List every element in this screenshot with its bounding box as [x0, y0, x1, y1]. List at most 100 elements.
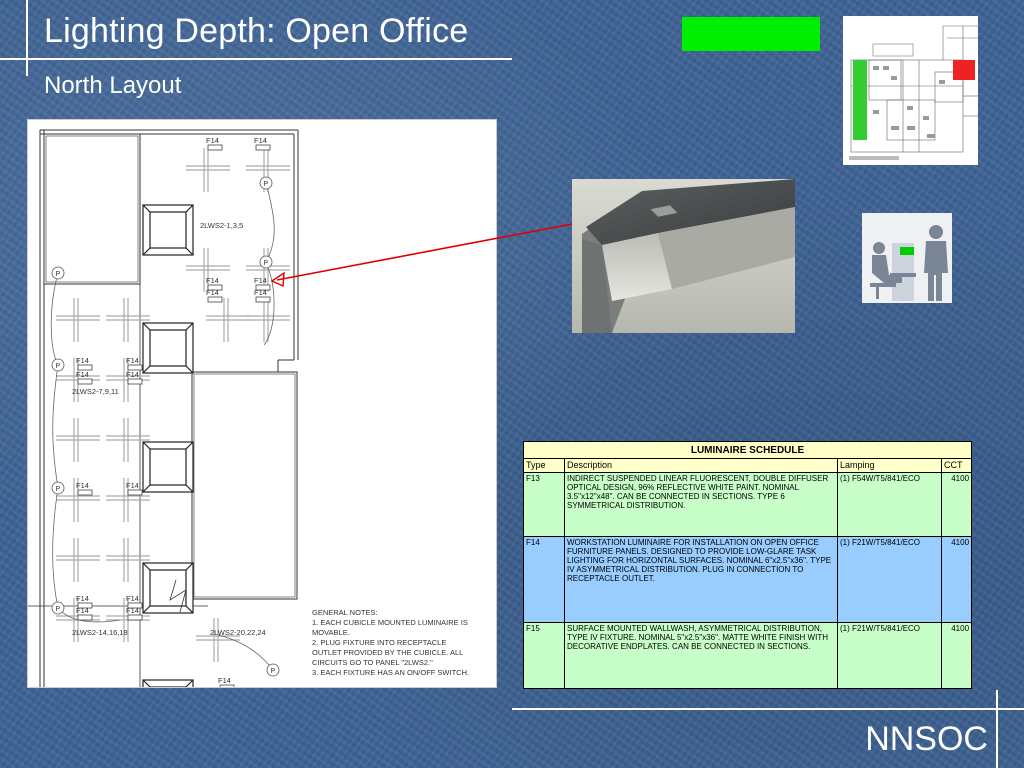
fixture-f14	[127, 489, 143, 496]
fixture-label: F14	[254, 136, 267, 145]
cell-cct: 4100	[940, 536, 973, 623]
notes-line: OUTLET PROVIDED BY THE CUBICLE. ALL	[312, 648, 463, 657]
cell-cct: 4100	[940, 622, 973, 689]
fixture-label: F14	[126, 370, 139, 379]
notes-line: MOVABLE.	[312, 628, 350, 637]
slide-horizontal-rule-top	[0, 58, 512, 60]
cubicle-partition	[56, 298, 100, 342]
table-row: F13 INDIRECT SUSPENDED LINEAR FLUORESCEN…	[523, 472, 973, 537]
cubicle-partition	[206, 298, 250, 342]
cubicle-partition	[246, 298, 290, 342]
receptacle-symbol: P	[51, 481, 65, 495]
luminaire-schedule-table: LUMINAIRE SCHEDULE Type Description Lamp…	[522, 441, 973, 689]
cell-type: F14	[523, 536, 565, 623]
cell-cct: 4100	[940, 472, 973, 537]
fixture-label: F14	[76, 370, 89, 379]
notes-line: 3. EACH FIXTURE HAS AN ON/OFF SWITCH.	[312, 668, 469, 677]
structural-column	[142, 204, 194, 256]
fixture-f14	[77, 378, 93, 385]
svg-text:P: P	[56, 363, 61, 370]
column-header-lamping: Lamping	[837, 458, 942, 473]
fixture-label: F14	[206, 288, 219, 297]
fixture-f14	[207, 144, 223, 151]
fixture-f14	[219, 684, 235, 687]
schedule-caption: LUMINAIRE SCHEDULE	[522, 441, 973, 459]
structural-column	[142, 441, 194, 493]
receptacle-symbol: P	[51, 358, 65, 372]
cubicle-partition	[56, 538, 100, 582]
floor-plan-drawing: P P P P P P P F14 F14 F14 F14 F14 F14 F14 F14 F14 F14 F1…	[27, 119, 497, 688]
schedule-header-row: Type Description Lamping CCT	[523, 458, 973, 473]
floor-plan-svg: P P P P P P P F14 F14 F14 F14 F14 F14 F14 F14 F14 F14 F1…	[28, 129, 469, 687]
svg-text:P: P	[271, 668, 276, 675]
slide-vertical-rule-right	[996, 690, 998, 768]
cell-type: F15	[523, 622, 565, 689]
fixture-f14	[207, 296, 223, 303]
people-at-workstation-icon	[862, 213, 952, 303]
key-plan-image	[843, 16, 978, 165]
fixture-label: F14	[126, 594, 139, 603]
task-lighting-illustration	[862, 213, 952, 303]
notes-line: 2. PLUG FIXTURE INTO RECEPTACLE	[312, 638, 446, 647]
slide-footer: NNSOC	[865, 720, 988, 758]
table-row: F15 SURFACE MOUNTED WALLWASH, ASYMMETRIC…	[523, 622, 973, 689]
fixture-label: F14	[76, 606, 89, 615]
fixture-label: F14	[76, 356, 89, 365]
cell-description: INDIRECT SUSPENDED LINEAR FLUORESCENT, D…	[564, 472, 838, 537]
svg-text:P: P	[56, 486, 61, 493]
structural-column	[142, 679, 194, 687]
notes-line: 1. EACH CUBICLE MOUNTED LUMINAIRE IS	[312, 618, 468, 627]
slide-vertical-rule-left	[26, 0, 28, 76]
fixture-label: F14	[126, 606, 139, 615]
slide-horizontal-rule-bottom	[512, 708, 1024, 710]
cell-type: F13	[523, 472, 565, 537]
fixture-label: F14	[76, 594, 89, 603]
slide-title: Lighting Depth: Open Office	[44, 12, 469, 50]
column-header-description: Description	[564, 458, 838, 473]
svg-text:P: P	[264, 260, 269, 267]
structural-column	[142, 562, 194, 614]
fixture-label: F14	[218, 676, 231, 685]
notes-title: GENERAL NOTES:	[312, 608, 378, 617]
fixture-f14	[127, 614, 143, 621]
cell-lamping: (1) F21W/T5/841/ECO	[837, 536, 942, 623]
table-row: F14 WORKSTATION LUMINAIRE FOR INSTALLATI…	[523, 536, 973, 623]
circuit-label: 2LWS2-1,3,5	[200, 221, 243, 230]
cell-description: SURFACE MOUNTED WALLWASH, ASYMMETRICAL D…	[564, 622, 838, 689]
accent-green-bar	[682, 17, 820, 51]
fixture-f14	[255, 144, 271, 151]
receptacle-symbol: P	[51, 601, 65, 615]
key-plan-drawing	[843, 16, 978, 165]
fixture-f14	[77, 489, 93, 496]
fixture-f14	[255, 296, 271, 303]
svg-text:P: P	[56, 606, 61, 613]
column-header-cct: CCT	[940, 458, 973, 473]
receptacle-symbol: P	[259, 255, 273, 269]
cell-lamping: (1) F54W/T5/841/ECO	[837, 472, 942, 537]
cell-lamping: (1) F21W/T5/841/ECO	[837, 622, 942, 689]
structural-column	[142, 322, 194, 374]
cubicle-partition	[186, 148, 230, 192]
fixture-label: F14	[254, 288, 267, 297]
fixture-label: F14	[126, 356, 139, 365]
fixture-photo-render	[572, 179, 795, 333]
column-header-type: Type	[523, 458, 565, 473]
receptacle-symbol: P	[51, 266, 65, 280]
fixture-label: F14	[206, 136, 219, 145]
fixture-label: F14	[126, 481, 139, 490]
fixture-label: F14	[76, 481, 89, 490]
circuit-label: 2LWS2-20,22,24	[210, 628, 266, 637]
fixture-label: F14	[254, 276, 267, 285]
slide-subtitle: North Layout	[44, 72, 182, 99]
cubicle-partition	[56, 418, 100, 462]
receptacle-symbol: P	[259, 176, 273, 190]
fixture-photo	[572, 179, 795, 333]
svg-text:P: P	[56, 271, 61, 278]
receptacle-symbol: P	[266, 663, 280, 677]
cell-description: WORKSTATION LUMINAIRE FOR INSTALLATION O…	[564, 536, 838, 623]
notes-line: CIRCUITS GO TO PANEL "2LWS2."	[312, 658, 433, 667]
fixture-label: F14	[206, 276, 219, 285]
circuit-label: 2LWS2-14,16,18	[72, 628, 128, 637]
svg-text:P: P	[264, 181, 269, 188]
fixture-f14	[77, 614, 93, 621]
